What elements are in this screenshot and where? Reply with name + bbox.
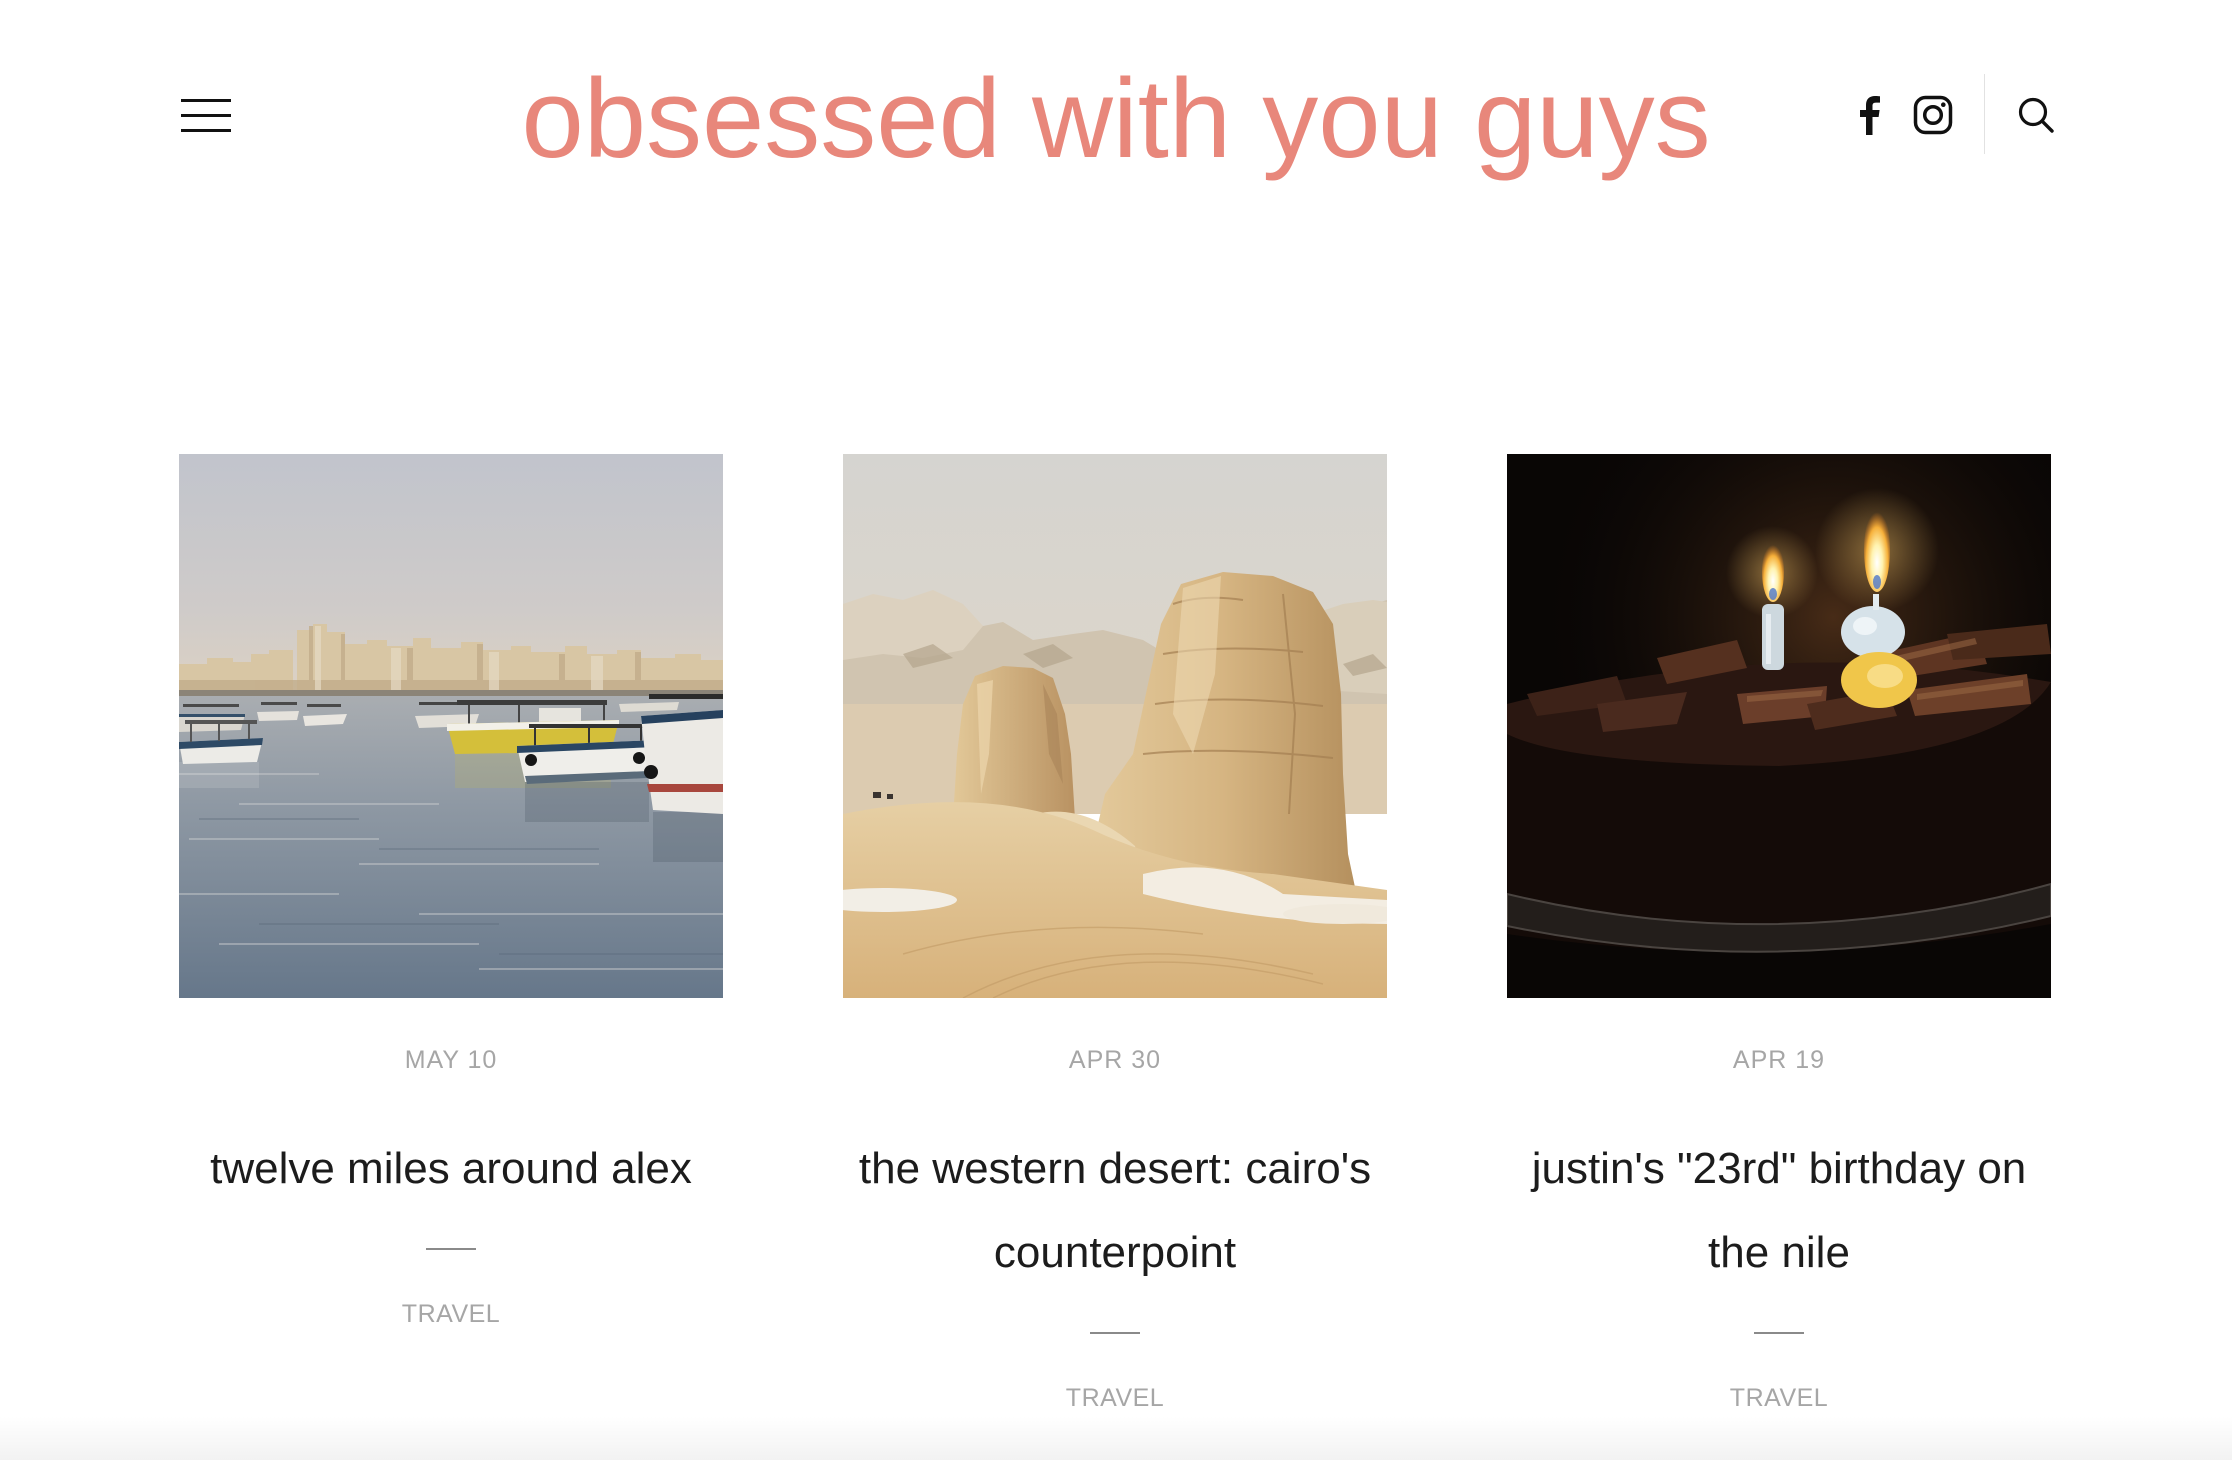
post-category-link[interactable]: TRAVEL (179, 1300, 723, 1328)
search-icon[interactable] (2017, 96, 2055, 134)
menu-bar (181, 114, 231, 117)
post-date: MAY 10 (404, 1046, 498, 1074)
post-title-link[interactable]: the western desert: cairo's counterpoint (843, 1127, 1387, 1295)
post-image-link[interactable] (843, 454, 1387, 998)
post-title-link[interactable]: justin's "23rd" birthday on the nile (1507, 1127, 2051, 1295)
post-date: APR 30 (1068, 1046, 1162, 1074)
hamburger-menu-icon[interactable] (181, 99, 231, 132)
title-divider (1754, 1332, 1804, 1334)
post-image (843, 454, 1387, 998)
page-bottom-shade (0, 1416, 2232, 1460)
post-image (1507, 454, 2051, 998)
post-title-link[interactable]: twelve miles around alex (179, 1127, 723, 1211)
post-card: MAY 10 twelve miles around alex TRAVEL (179, 454, 723, 1412)
instagram-icon[interactable] (1913, 95, 1953, 135)
post-category-link[interactable]: TRAVEL (843, 1384, 1387, 1412)
post-image (179, 454, 723, 998)
post-image-link[interactable] (179, 454, 723, 998)
menu-bar (181, 129, 231, 132)
post-image-link[interactable] (1507, 454, 2051, 998)
title-divider (426, 1248, 476, 1250)
post-grid: MAY 10 twelve miles around alex TRAVEL A… (179, 454, 2051, 1412)
menu-bar (181, 99, 231, 102)
header-divider (1984, 74, 1985, 154)
post-card: APR 19 justin's "23rd" birthday on the n… (1507, 454, 2051, 1412)
post-date: APR 19 (1732, 1046, 1826, 1074)
post-category-link[interactable]: TRAVEL (1507, 1384, 2051, 1412)
facebook-icon[interactable] (1857, 95, 1881, 135)
title-divider (1090, 1332, 1140, 1334)
post-card: APR 30 the western desert: cairo's count… (843, 454, 1387, 1412)
site-title[interactable]: obsessed with you guys (521, 63, 1710, 175)
